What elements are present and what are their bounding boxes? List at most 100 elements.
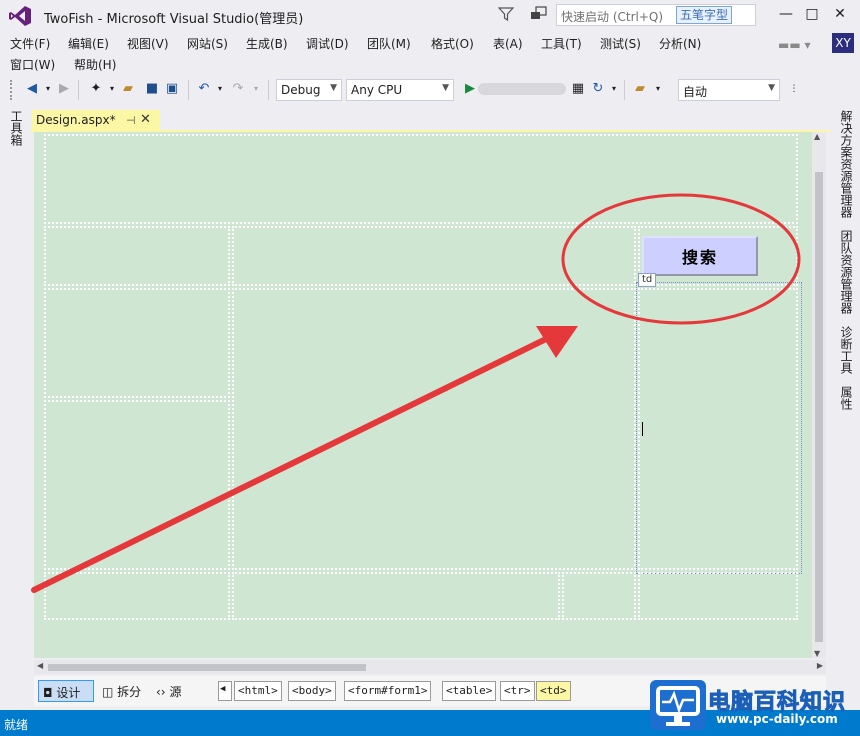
browser-select-icon[interactable]: ▦ (570, 81, 586, 97)
avatar[interactable]: XY (832, 33, 854, 53)
left-tool-strip: 工具箱 (0, 104, 30, 710)
scroll-right-icon[interactable]: ▶ (817, 661, 823, 670)
refresh-icon[interactable]: ↻ (590, 81, 606, 97)
table-cell[interactable] (232, 288, 636, 570)
split-view-icon: ◫ (102, 685, 114, 699)
scrollbar-thumb[interactable] (48, 664, 366, 671)
source-view-button[interactable]: ‹› 源 (152, 680, 192, 702)
scrollbar-thumb[interactable] (815, 172, 823, 642)
table-cell[interactable] (638, 572, 798, 620)
menu-table[interactable]: 表(A) (493, 35, 523, 52)
menu-help[interactable]: 帮助(H) (74, 56, 116, 73)
close-window-button[interactable]: ✕ (828, 4, 852, 24)
selected-table-cell[interactable] (636, 282, 802, 574)
chevron-down-icon[interactable]: ▾ (606, 81, 622, 97)
watermark-url: www.pc-daily.com (716, 712, 838, 726)
table-cell[interactable] (562, 572, 636, 620)
account-name-blurred[interactable]: ▬▬ ▾ (778, 38, 811, 52)
browser-link-icon[interactable]: ▰ (632, 81, 648, 97)
menu-edit[interactable]: 编辑(E) (68, 35, 109, 52)
table-cell[interactable] (44, 572, 230, 620)
team-explorer-tab[interactable]: 团队资源管理器 (838, 230, 855, 314)
menu-debug[interactable]: 调试(D) (306, 35, 349, 52)
open-file-icon[interactable]: ▰ (120, 81, 136, 97)
minimize-button[interactable]: — (774, 4, 798, 24)
toolbox-tab[interactable]: 工具箱 (8, 110, 25, 146)
toolbar-separator (188, 80, 189, 100)
toolbar-grip[interactable] (10, 80, 14, 100)
menu-format[interactable]: 格式(O) (431, 35, 474, 52)
navigate-back-icon[interactable]: ◀ (24, 81, 40, 97)
close-tab-icon[interactable]: ✕ (140, 112, 151, 127)
properties-tab[interactable]: 属性 (838, 386, 855, 410)
redo-icon[interactable]: ↷ (230, 81, 246, 97)
start-debugging-icon[interactable]: ▶ (462, 81, 478, 97)
position-mode-select[interactable]: 自动 ▼ (678, 79, 780, 101)
table-cell[interactable] (232, 572, 560, 620)
chevron-down-icon[interactable]: ▾ (248, 81, 264, 97)
solution-configuration-select[interactable]: Debug ▼ (276, 79, 342, 101)
toolbar-options-icon[interactable]: ⋮ (786, 81, 802, 97)
breadcrumb-table[interactable]: <table> (442, 681, 497, 701)
table-cell[interactable] (44, 288, 230, 398)
filter-icon[interactable] (498, 6, 514, 22)
scroll-down-icon[interactable]: ▼ (814, 649, 820, 658)
menu-analyze[interactable]: 分析(N) (659, 35, 701, 52)
td-tag-label: td (638, 273, 657, 287)
menu-file[interactable]: 文件(F) (10, 35, 50, 52)
design-surface[interactable]: 搜索 td (34, 132, 824, 658)
menu-team[interactable]: 团队(M) (367, 35, 411, 52)
scroll-up-icon[interactable]: ▲ (814, 132, 820, 141)
source-view-label: 源 (169, 685, 182, 699)
table-cell[interactable] (44, 400, 230, 570)
navigate-forward-icon[interactable]: ▶ (56, 81, 72, 97)
visual-studio-logo-icon (9, 6, 31, 26)
menu-tools[interactable]: 工具(T) (541, 35, 582, 52)
menu-window[interactable]: 窗口(W) (10, 56, 55, 73)
source-view-icon: ‹› (156, 685, 166, 699)
maximize-button[interactable]: □ (800, 4, 824, 24)
quick-launch-placeholder: 快速启动 (Ctrl+Q) (561, 10, 664, 24)
design-view-icon: ◘ (43, 686, 53, 700)
diagnostics-tab[interactable]: 诊断工具 (838, 326, 855, 374)
search-button[interactable]: 搜索 (642, 236, 758, 276)
menu-website[interactable]: 网站(S) (187, 35, 228, 52)
design-view-button[interactable]: ◘ 设计 (38, 680, 94, 702)
text-caret (642, 422, 643, 436)
breadcrumb-scroll-left-icon[interactable]: ◀ (218, 681, 232, 701)
save-all-icon[interactable]: ▣ (164, 81, 180, 97)
breadcrumb-body[interactable]: <body> (288, 681, 336, 701)
save-icon[interactable]: ■ (144, 81, 160, 97)
menu-bar: 文件(F) 编辑(E) 视图(V) 网站(S) 生成(B) 调试(D) 团队(M… (0, 32, 860, 74)
undo-icon[interactable]: ↶ (196, 81, 212, 97)
split-view-button[interactable]: ◫ 拆分 (98, 680, 148, 702)
start-target-blurred[interactable] (478, 83, 566, 95)
table-cell[interactable] (44, 134, 798, 224)
table-cell[interactable] (44, 226, 230, 286)
solution-configuration-value: Debug (281, 83, 321, 97)
chevron-down-icon: ▼ (330, 83, 337, 93)
breadcrumb-form[interactable]: <form#form1> (344, 681, 432, 701)
scroll-left-icon[interactable]: ◀ (37, 661, 43, 670)
vertical-scrollbar[interactable]: ▲ ▼ (812, 132, 826, 658)
breadcrumb-html[interactable]: <html> (234, 681, 282, 701)
pin-icon[interactable]: ⊣ (126, 114, 136, 127)
right-tool-strip: 解决方案资源管理器 团队资源管理器 诊断工具 属性 (830, 104, 860, 710)
feedback-icon[interactable] (530, 6, 548, 22)
menu-view[interactable]: 视图(V) (127, 35, 169, 52)
solution-platform-select[interactable]: Any CPU ▼ (346, 79, 454, 101)
chevron-down-icon[interactable]: ▾ (40, 81, 56, 97)
menu-build[interactable]: 生成(B) (246, 35, 288, 52)
solution-explorer-tab[interactable]: 解决方案资源管理器 (838, 110, 855, 218)
breadcrumb-tr[interactable]: <tr> (500, 681, 535, 701)
new-project-icon[interactable]: ✦ (88, 81, 104, 97)
horizontal-scrollbar[interactable]: ◀ ▶ (34, 660, 826, 674)
breadcrumb-td[interactable]: <td> (536, 681, 571, 701)
chevron-down-icon[interactable]: ▾ (104, 81, 120, 97)
chevron-down-icon[interactable]: ▾ (212, 81, 228, 97)
menu-test[interactable]: 测试(S) (600, 35, 641, 52)
chevron-down-icon: ▼ (442, 83, 449, 93)
tab-design-aspx[interactable]: Design.aspx* ⊣ ✕ (32, 110, 160, 132)
chevron-down-icon[interactable]: ▾ (650, 81, 666, 97)
table-cell[interactable] (232, 226, 636, 286)
